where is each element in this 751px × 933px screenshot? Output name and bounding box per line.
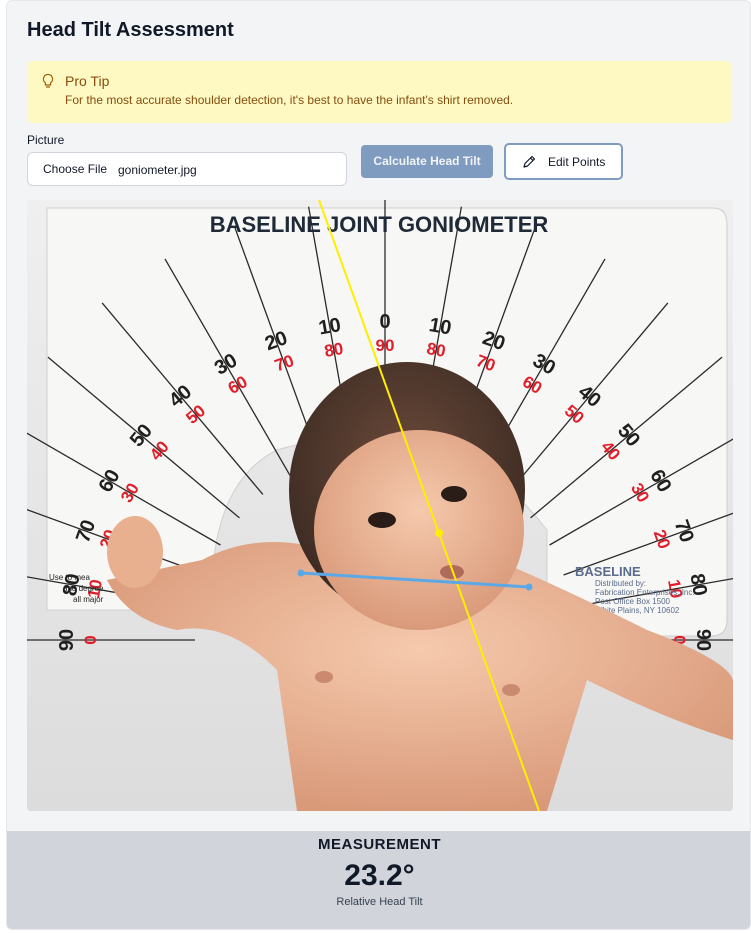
- infant-right-eye: [441, 486, 467, 502]
- goniometer-note-1: Use to mea: [49, 573, 90, 582]
- goniometer-note-2: and degree: [63, 584, 104, 593]
- scale-label-black: 10: [427, 314, 453, 340]
- infant-face: [314, 430, 524, 630]
- goniometer-note-3: all major: [73, 595, 104, 604]
- left-shoulder-point[interactable]: [297, 569, 305, 577]
- lightbulb-icon: [42, 73, 54, 88]
- file-input[interactable]: Choose File goniometer.jpg: [27, 152, 347, 186]
- scale-label-black: 10: [317, 314, 343, 340]
- pro-tip-title: Pro Tip: [65, 73, 110, 89]
- infant-nipple-right: [502, 684, 520, 696]
- right-shoulder-point[interactable]: [525, 583, 533, 591]
- brand-line-2: Fabrication Enterprises, Inc.: [595, 588, 695, 597]
- infant-hand: [107, 516, 163, 588]
- infant-left-eye: [368, 512, 396, 528]
- infant-nipple-left: [315, 671, 333, 683]
- pro-tip-banner: Pro Tip For the most accurate shoulder d…: [27, 61, 732, 123]
- brand-line-1: Distributed by:: [595, 579, 646, 588]
- assessment-card: Head Tilt Assessment Pro Tip For the mos…: [6, 0, 751, 930]
- scale-label-black: 90: [56, 629, 78, 651]
- pro-tip-text: For the most accurate shoulder detection…: [65, 93, 514, 107]
- midline-point[interactable]: [435, 529, 443, 537]
- calculate-head-tilt-button[interactable]: Calculate Head Tilt: [361, 145, 493, 178]
- scale-label-red: 0: [81, 635, 100, 644]
- scale-label-red: 80: [323, 339, 345, 361]
- edit-points-button[interactable]: Edit Points: [504, 143, 623, 180]
- picture-label: Picture: [27, 133, 65, 147]
- scale-label-black: 90: [692, 629, 714, 651]
- scale-label-red: 90: [376, 336, 395, 355]
- assessment-photo[interactable]: 90 0 80 10 70 20 60 30 50 40 40 50 30 60 20 70 10 80 0 90 10…: [27, 200, 733, 811]
- page-title: Head Tilt Assessment: [27, 19, 234, 41]
- brand-name: BASELINE: [575, 564, 641, 579]
- file-name: goniometer.jpg: [118, 163, 197, 177]
- measurement-panel: MEASUREMENT 23.2° Relative Head Tilt: [7, 831, 750, 929]
- scale-label-black: 0: [379, 311, 390, 333]
- pencil-icon: [523, 155, 536, 168]
- scale-label-red: 80: [425, 339, 447, 361]
- measurement-value: 23.2°: [344, 859, 415, 892]
- photo-canvas: 90 080 10702060305040405030602070108009010…: [27, 200, 733, 811]
- measurement-sublabel: Relative Head Tilt: [336, 896, 423, 908]
- goniometer-title: BASELINE JOINT GONIOMETER: [210, 212, 549, 237]
- choose-file-button[interactable]: Choose File: [43, 162, 107, 176]
- brand-line-3: Post Office Box 1500: [595, 597, 671, 606]
- measurement-label: MEASUREMENT: [317, 836, 441, 853]
- edit-points-label: Edit Points: [548, 155, 606, 169]
